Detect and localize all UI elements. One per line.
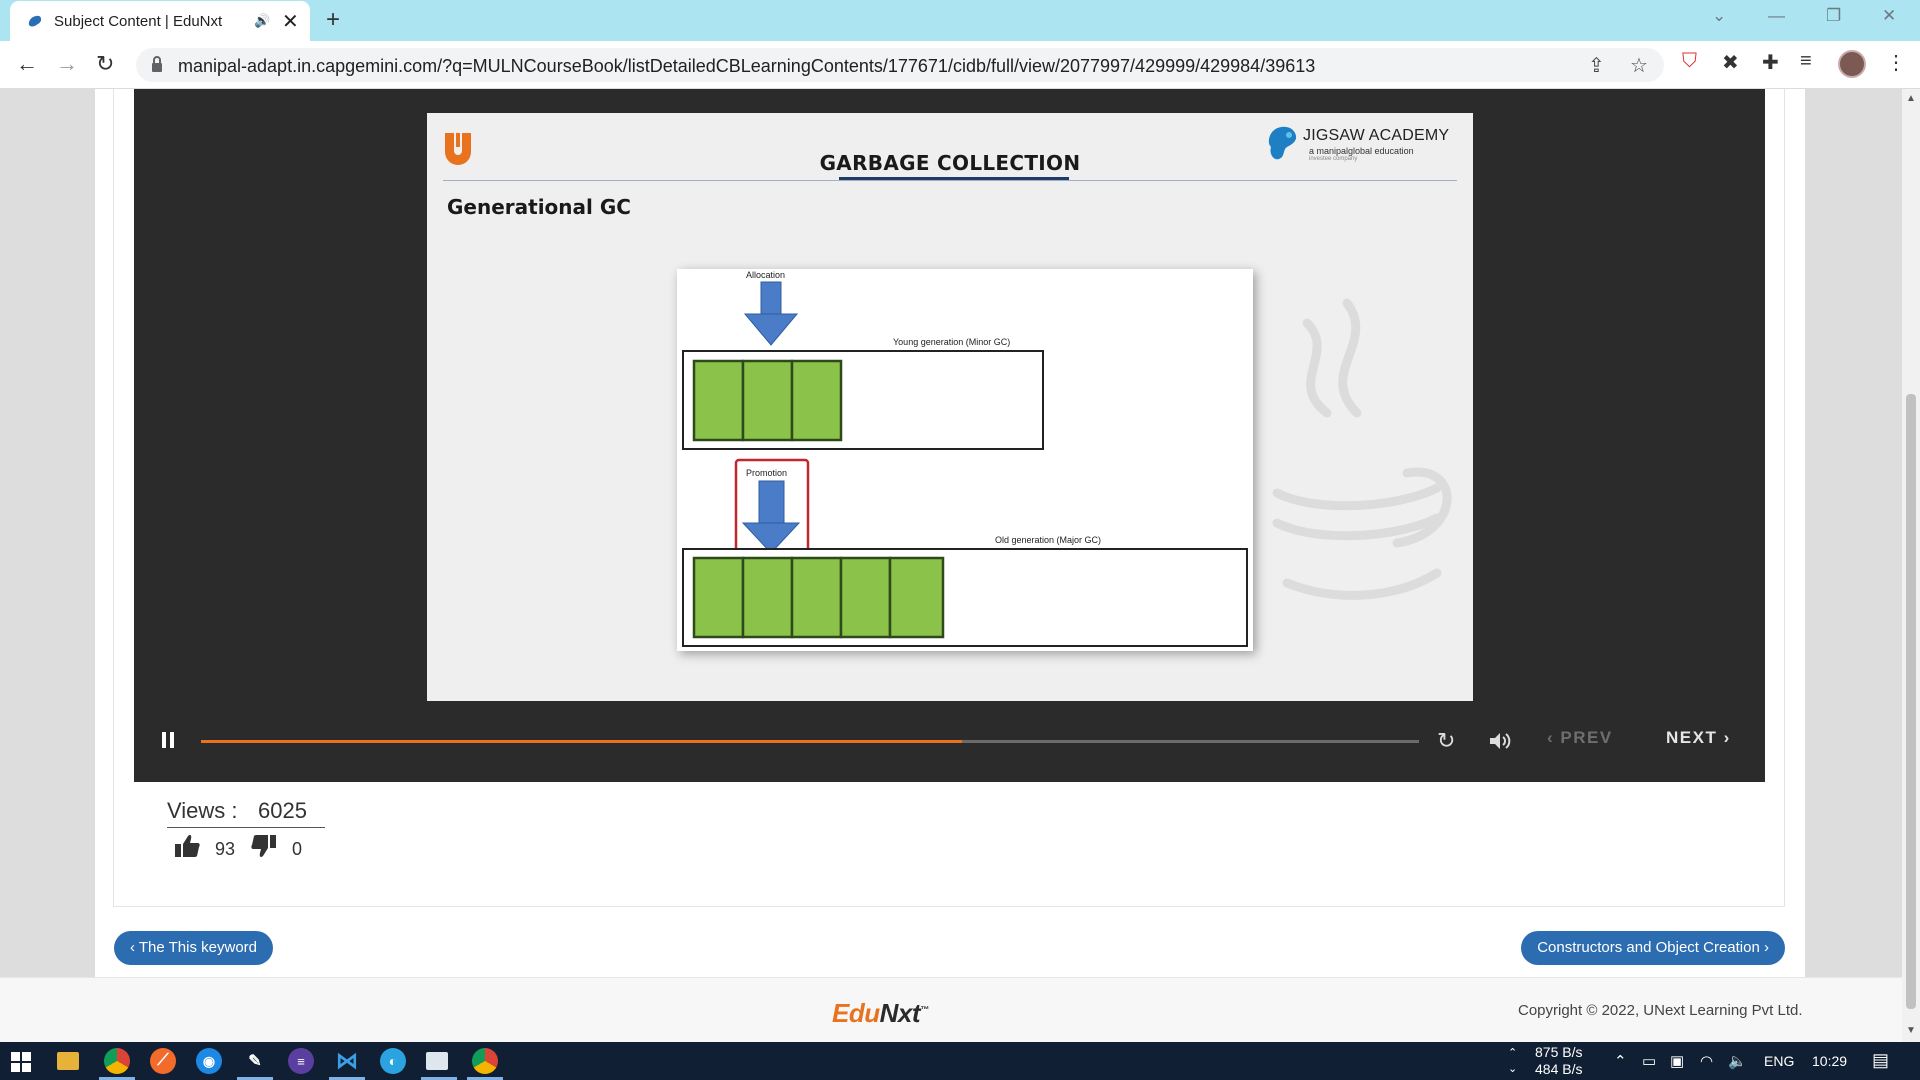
network-speed: 875 B/s 484 B/s [1535,1044,1582,1078]
volume-icon[interactable] [1488,731,1512,751]
share-icon[interactable]: ⇪ [1588,53,1605,78]
next-button[interactable]: NEXT › [1666,728,1731,748]
jigsaw-brand-tag: investee company [1309,156,1358,162]
lock-icon [152,56,162,72]
media-control-icon[interactable]: ≡ [1800,50,1812,73]
upload-speed: 875 B/s [1535,1044,1583,1060]
previous-topic-button[interactable]: ‹ The This keyword [114,931,273,965]
allocation-arrow [743,281,799,346]
extension-shield-icon[interactable]: ⛉ [1682,50,1697,73]
photos-icon[interactable] [426,1052,448,1070]
scroll-down-icon[interactable]: ▼ [1906,1025,1916,1036]
page: GARBAGE COLLECTION JIGSAW ACADEMY a mani… [0,89,1902,1042]
download-arrow-icon: ⌄ [1508,1063,1518,1075]
notifications-icon[interactable]: ▤ [1872,1050,1889,1071]
tab-search-chevron-icon[interactable]: ⌄ [1712,6,1726,26]
slide: GARBAGE COLLECTION JIGSAW ACADEMY a mani… [427,113,1473,701]
pause-icon[interactable] [161,731,175,749]
young-generation-cells [692,359,843,442]
copyright-text: Copyright © 2022, UNext Learning Pvt Ltd… [1518,1002,1803,1019]
display-icon[interactable]: ▣ [1670,1052,1684,1070]
extension-spy-icon[interactable]: ✖ [1722,50,1739,75]
jigsaw-brand-sub: a manipalglobal education [1309,146,1414,156]
views-divider [167,827,325,828]
download-speed: 484 B/s [1535,1061,1583,1077]
minimize-icon[interactable]: — [1768,6,1785,26]
forward-icon[interactable]: → [56,51,78,77]
next-topic-button[interactable]: Constructors and Object Creation › [1521,931,1785,965]
app-globe-icon[interactable]: ◉ [196,1048,222,1074]
edunxt-logo-part1: Edu [832,998,880,1028]
young-generation-label: Young generation (Minor GC) [893,337,1010,347]
language-indicator[interactable]: ENG [1764,1053,1794,1069]
views-count: 6025 [258,798,307,823]
promotion-label: Promotion [746,468,787,478]
url-text: manipal-adapt.in.capgemini.com/?q=MULNCo… [178,56,1316,76]
speaker-icon[interactable]: 🔈 [1728,1052,1747,1070]
restore-icon[interactable]: ❐ [1826,6,1841,26]
tab-title: Subject Content | EduNxt [54,13,223,30]
player-controls: ↻ ‹ PREV NEXT › [134,701,1765,782]
window-close-icon[interactable]: ✕ [1882,6,1896,26]
views-label: Views : [167,798,238,823]
chrome-icon[interactable] [104,1048,130,1074]
thumbs-up-icon[interactable] [173,833,201,859]
slide-subtitle: Generational GC [447,195,631,219]
postman-icon[interactable]: ⟋ [150,1048,176,1074]
tab-close-icon[interactable]: ✕ [282,9,299,34]
progress-fill [201,740,963,743]
page-scrollbar[interactable]: ▲ ▼ [1902,89,1920,1042]
clock-time[interactable]: 10:29 [1812,1053,1847,1069]
page-footer: EduNxt™ Copyright © 2022, UNext Learning… [0,977,1902,1042]
scroll-up-icon[interactable]: ▲ [1906,93,1916,104]
edunxt-logo-part2: Nxt [879,998,921,1028]
old-generation-cells [692,556,945,639]
profile-avatar[interactable] [1838,50,1866,78]
extensions-puzzle-icon[interactable]: ✚ [1762,50,1779,75]
edge-icon[interactable]: ◐ [380,1048,406,1074]
edunxt-logo-tm: ™ [920,1004,929,1015]
windows-start-icon[interactable] [11,1052,31,1072]
tab-audio-icon[interactable]: 🔊 [254,13,270,29]
upload-arrow-icon: ⌃ [1508,1047,1518,1059]
thumbs-down-icon[interactable] [250,833,278,859]
browser-tab-strip: Subject Content | EduNxt 🔊 ✕ + ⌄ — ❐ ✕ [0,0,1920,41]
prev-button[interactable]: ‹ PREV [1547,728,1613,748]
scroll-thumb[interactable] [1906,394,1916,1009]
new-tab-icon[interactable]: + [326,6,340,34]
edunxt-favicon-icon [28,15,42,27]
address-bar[interactable]: manipal-adapt.in.capgemini.com/?q=MULNCo… [136,48,1664,82]
wifi-icon[interactable]: ◠ [1700,1052,1713,1070]
old-generation-label: Old generation (Major GC) [995,535,1101,545]
replay-icon[interactable]: ↻ [1437,728,1455,754]
jigsaw-brand-name: JIGSAW ACADEMY [1303,127,1450,144]
browser-tab[interactable]: Subject Content | EduNxt 🔊 ✕ [10,1,310,41]
slide-divider [443,180,1457,181]
back-icon[interactable]: ← [16,51,38,77]
progress-track[interactable] [201,740,1419,743]
prev-label: PREV [1560,728,1613,747]
chrome-alt-icon[interactable] [472,1048,498,1074]
windows-taskbar: ⟋ ◉ ✎ ≡ ⋈ ◐ ⌃ ⌄ 875 B/s 484 B/s ⌃ ▭ ▣ ◠ … [0,1042,1920,1080]
promotion-arrow [741,480,801,554]
browser-menu-icon[interactable]: ⋮ [1886,50,1906,75]
vscode-icon[interactable]: ⋈ [334,1048,360,1074]
video-player[interactable]: GARBAGE COLLECTION JIGSAW ACADEMY a mani… [134,89,1765,782]
bookmark-star-icon[interactable]: ☆ [1630,53,1648,78]
pen-tool-icon[interactable]: ✎ [242,1048,268,1074]
dislike-count: 0 [292,839,303,859]
tray-overflow-icon[interactable]: ⌃ [1614,1052,1627,1070]
java-cup-watermark [1272,298,1452,600]
edunxt-logo[interactable]: EduNxt™ [832,998,929,1029]
battery-icon[interactable]: ▭ [1642,1052,1656,1070]
file-explorer-icon[interactable] [57,1052,79,1070]
browser-toolbar: ← → ↻ manipal-adapt.in.capgemini.com/?q=… [0,41,1920,89]
reload-icon[interactable]: ↻ [96,51,114,77]
generational-gc-diagram: Allocation Young generation (Minor GC) P… [677,269,1253,651]
next-label: NEXT [1666,728,1718,747]
allocation-label: Allocation [746,270,785,280]
like-count: 93 [215,839,236,859]
jigsaw-logo-icon [1268,126,1297,160]
eclipse-icon[interactable]: ≡ [288,1048,314,1074]
